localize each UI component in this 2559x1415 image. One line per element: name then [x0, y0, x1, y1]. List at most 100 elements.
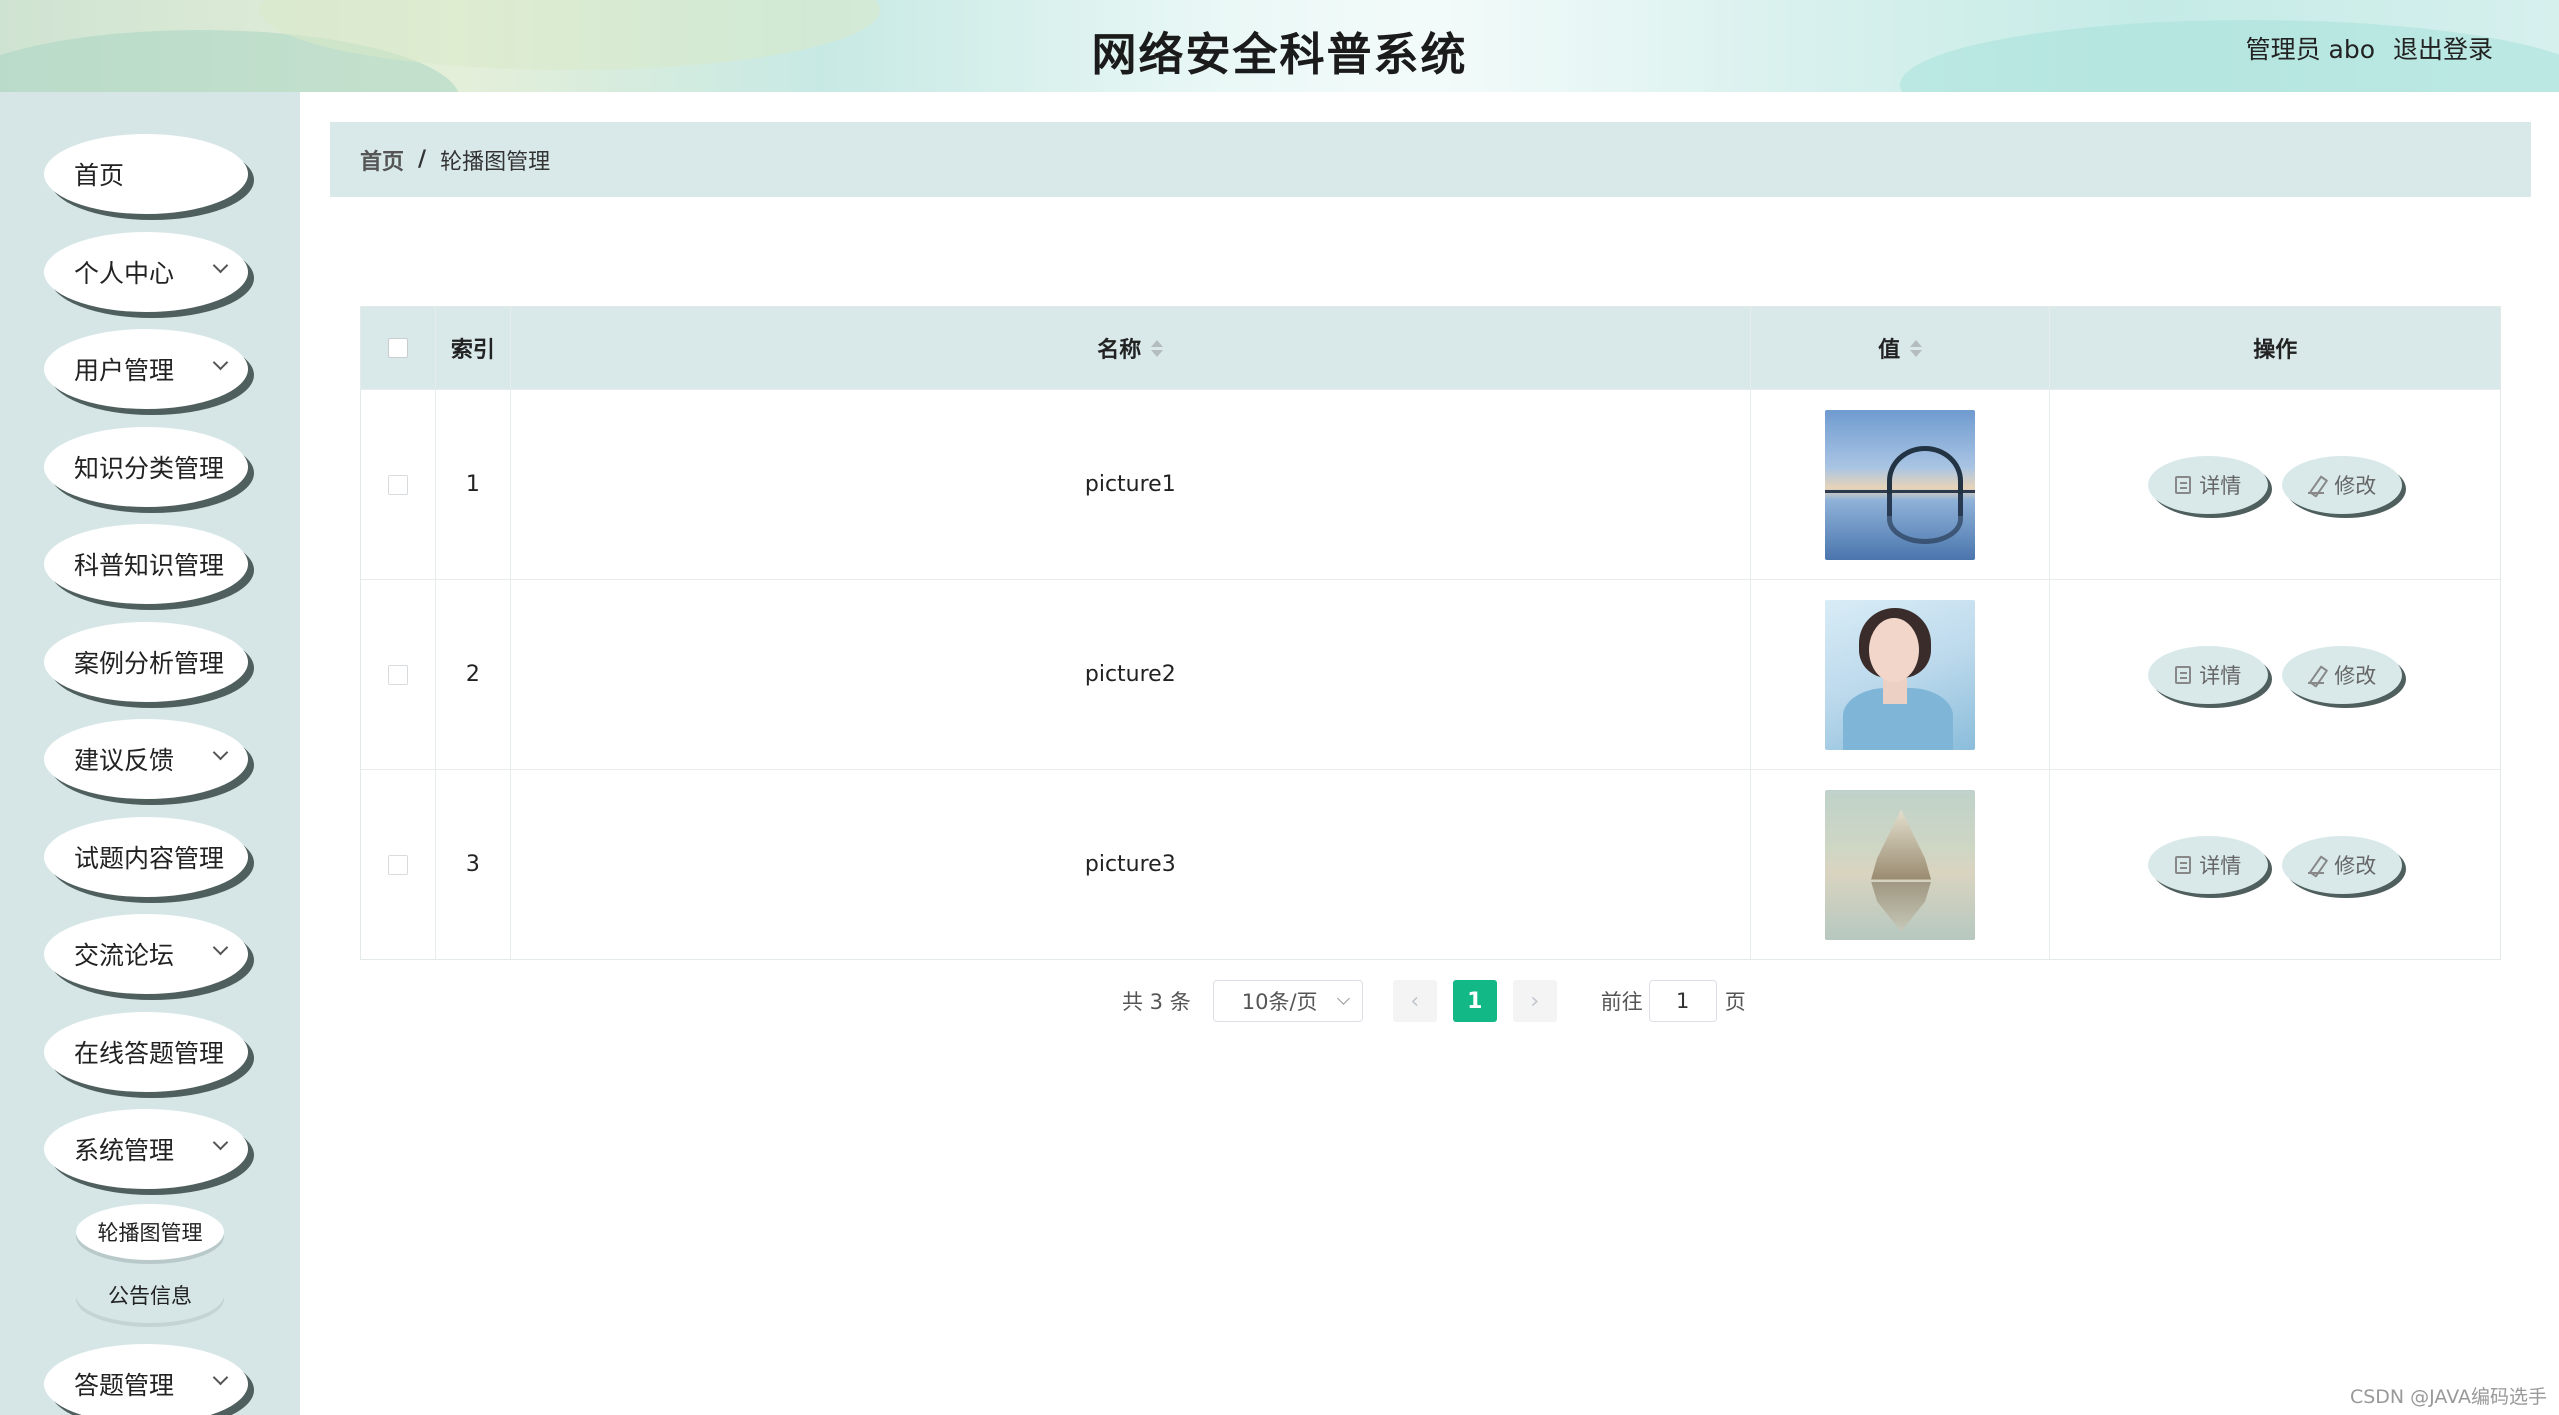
pagination-total: 共 3 条 [1122, 990, 1191, 1014]
row-select-cell [361, 770, 436, 959]
sort-icon[interactable] [1910, 338, 1923, 358]
column-header-value: 值 [1878, 338, 1901, 363]
table-row: 1 picture1 详情 修改 [361, 389, 2500, 579]
next-page-button[interactable]: › [1512, 980, 1557, 1022]
breadcrumb-current: 轮播图管理 [440, 149, 551, 175]
edit-button[interactable]: 修改 [2282, 645, 2403, 704]
detail-button-label: 详情 [2199, 663, 2242, 688]
detail-button[interactable]: 详情 [2148, 645, 2269, 704]
sidebar-item-forum[interactable]: 交流论坛 [44, 914, 248, 994]
chevron-down-icon [1336, 992, 1350, 1005]
page-suffix: 页 [1724, 990, 1746, 1014]
sidebar-item-label: 建议反馈 [74, 746, 175, 775]
sidebar-item-label: 在线答题管理 [74, 1039, 225, 1068]
sidebar-item-knowledge-category[interactable]: 知识分类管理 [44, 427, 248, 507]
edit-icon [2308, 476, 2326, 494]
sidebar-item-label: 系统管理 [74, 1136, 175, 1165]
sidebar-item-case-analysis[interactable]: 案例分析管理 [44, 622, 248, 702]
sidebar-item-label: 试题内容管理 [74, 844, 225, 873]
row-checkbox[interactable] [387, 474, 408, 495]
row-actions: 详情 修改 [2050, 770, 2500, 959]
sidebar-item-system[interactable]: 系统管理 [44, 1109, 248, 1189]
detail-button-label: 详情 [2199, 853, 2242, 878]
sidebar-item-label: 首页 [74, 161, 125, 190]
sidebar-item-online-quiz[interactable]: 在线答题管理 [44, 1012, 248, 1092]
detail-button[interactable]: 详情 [2148, 835, 2269, 894]
chevron-down-icon [212, 1134, 229, 1151]
sidebar-item-label: 答题管理 [74, 1371, 175, 1400]
row-select-cell [361, 580, 436, 769]
chevron-down-icon [212, 257, 229, 274]
chevron-down-icon [212, 354, 229, 371]
current-user: 管理员 abo [2245, 35, 2375, 64]
sidebar-item-label: 知识分类管理 [74, 454, 225, 483]
row-actions: 详情 修改 [2050, 390, 2500, 579]
sidebar: 首页 个人中心 用户管理 知识分类管理 科普知识管理 案例分析管理 建议反馈 试… [0, 92, 300, 1415]
sidebar-item-feedback[interactable]: 建议反馈 [44, 719, 248, 799]
watermark: CSDN @JAVA编码选手 [2349, 1386, 2547, 1408]
sidebar-item-question-content[interactable]: 试题内容管理 [44, 817, 248, 897]
sort-icon[interactable] [1151, 338, 1164, 358]
breadcrumb: 首页 / 轮播图管理 [330, 122, 2531, 197]
sidebar-item-users[interactable]: 用户管理 [44, 329, 248, 409]
logout-button[interactable]: 退出登录 [2393, 30, 2493, 66]
column-header-actions: 操作 [2253, 338, 2298, 363]
header: 网络安全科普系统 管理员 abo 退出登录 [0, 0, 2559, 92]
page-size-select[interactable]: 10条/页 [1212, 980, 1363, 1022]
pagination: 共 3 条 10条/页 ‹ 1 › 前往 1 页 [1122, 980, 1746, 1022]
table-row: 3 picture3 详情 修改 [361, 769, 2500, 959]
document-icon [2175, 855, 2192, 874]
prev-page-button[interactable]: ‹ [1392, 980, 1437, 1022]
row-select-cell [361, 390, 436, 579]
header-cell-select [361, 307, 436, 389]
table-row: 2 picture2 详情 修改 [361, 579, 2500, 769]
edit-button-label: 修改 [2334, 473, 2377, 498]
header-cell-name[interactable]: 名称 [511, 307, 1751, 389]
sidebar-item-answers[interactable]: 答题管理 [44, 1344, 248, 1415]
breadcrumb-separator: / [418, 147, 427, 172]
row-value-cell [1751, 390, 2051, 579]
carousel-table: 索引 名称 值 操作 1 picture1 详情 修改 2 picture2 详… [360, 306, 2501, 960]
chevron-down-icon [212, 1369, 229, 1386]
table-header: 索引 名称 值 操作 [361, 307, 2500, 389]
sidebar-item-label: 科普知识管理 [74, 551, 225, 580]
edit-button-label: 修改 [2334, 853, 2377, 878]
carousel-image-thumbnail[interactable] [1825, 789, 1976, 940]
goto-page-input[interactable]: 1 [1648, 980, 1717, 1022]
column-header-index: 索引 [450, 338, 495, 363]
sidebar-item-home[interactable]: 首页 [44, 134, 248, 214]
carousel-image-thumbnail[interactable] [1825, 409, 1976, 560]
sidebar-item-science-knowledge[interactable]: 科普知识管理 [44, 524, 248, 604]
header-cell-value[interactable]: 值 [1751, 307, 2051, 389]
edit-button[interactable]: 修改 [2282, 455, 2403, 514]
sidebar-item-label: 用户管理 [74, 356, 175, 385]
sidebar-item-profile[interactable]: 个人中心 [44, 232, 248, 312]
sidebar-subitem-carousel[interactable]: 轮播图管理 [76, 1204, 224, 1260]
select-all-checkbox[interactable] [387, 338, 408, 358]
detail-button[interactable]: 详情 [2148, 455, 2269, 514]
breadcrumb-home[interactable]: 首页 [360, 144, 404, 176]
header-cell-actions: 操作 [2050, 307, 2500, 389]
sidebar-item-label: 个人中心 [74, 259, 175, 288]
sidebar-item-label: 交流论坛 [74, 941, 175, 970]
row-value-cell [1751, 770, 2051, 959]
row-index: 2 [436, 580, 511, 769]
row-name: picture2 [511, 580, 1751, 769]
row-name: picture1 [511, 390, 1751, 579]
document-icon [2175, 475, 2192, 494]
page-number-current[interactable]: 1 [1452, 980, 1497, 1022]
column-header-name: 名称 [1097, 338, 1142, 363]
row-checkbox[interactable] [387, 854, 408, 875]
sidebar-item-label: 案例分析管理 [74, 649, 225, 678]
carousel-image-thumbnail[interactable] [1825, 599, 1976, 750]
row-name: picture3 [511, 770, 1751, 959]
edit-button-label: 修改 [2334, 663, 2377, 688]
edit-button[interactable]: 修改 [2282, 835, 2403, 894]
row-checkbox[interactable] [387, 664, 408, 685]
detail-button-label: 详情 [2199, 473, 2242, 498]
chevron-down-icon [212, 939, 229, 956]
sidebar-subitem-notice[interactable]: 公告信息 [76, 1267, 224, 1323]
row-actions: 详情 修改 [2050, 580, 2500, 769]
document-icon [2175, 665, 2192, 684]
row-index: 3 [436, 770, 511, 959]
